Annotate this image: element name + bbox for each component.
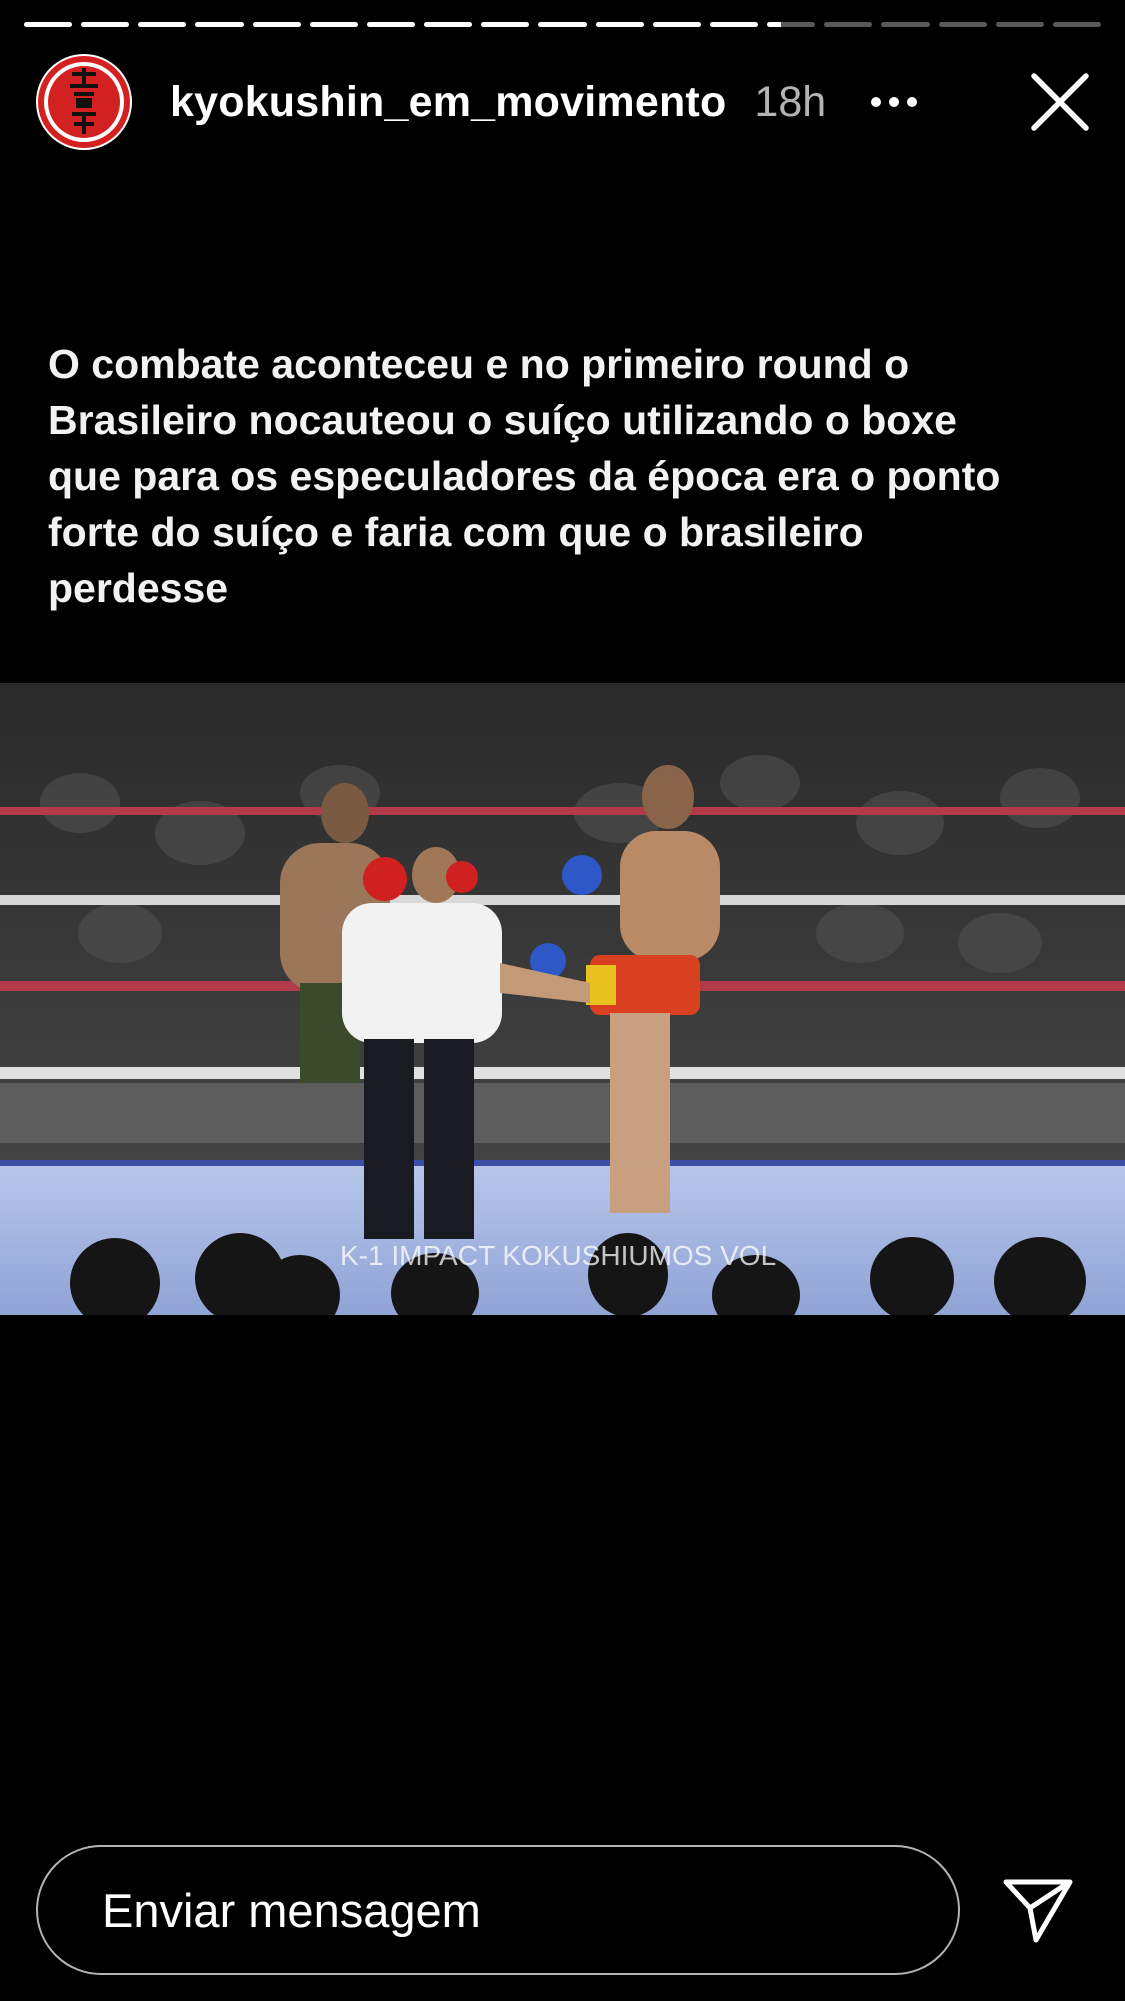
story-caption: O combate aconteceu e no primeiro round … <box>48 341 1001 611</box>
send-paper-plane-icon[interactable] <box>1002 1878 1074 1944</box>
story-video[interactable]: K-1 IMPACT KOKUSHIUMOS VOL <box>0 683 1125 1315</box>
story-progress-segment <box>995 22 1044 27</box>
story-header: kyokushin_em_movimento 18h <box>36 50 1095 154</box>
profile-avatar[interactable] <box>36 54 132 150</box>
story-progress-segment <box>81 22 130 27</box>
story-progress-segment <box>1052 22 1101 27</box>
story-progress-segment <box>24 22 73 27</box>
story-progress-segment <box>709 22 759 27</box>
story-progress-segment <box>881 22 930 27</box>
story-progress-segment <box>538 22 587 27</box>
message-input-container[interactable] <box>36 1845 960 1975</box>
fight-video-frame: K-1 IMPACT KOKUSHIUMOS VOL <box>0 683 1125 1315</box>
close-icon <box>1031 73 1089 131</box>
video-overlay-text: K-1 IMPACT KOKUSHIUMOS VOL <box>340 1240 776 1271</box>
story-progress-segment <box>652 22 701 27</box>
story-progress-segment <box>366 22 416 27</box>
story-progress-segment <box>824 22 873 27</box>
kyokushin-kanji-logo-icon <box>38 56 130 148</box>
story-progress-segment <box>767 22 816 27</box>
story-progress-segment <box>252 22 301 27</box>
story-progress-segment <box>138 22 187 27</box>
more-horizontal-icon <box>871 97 918 107</box>
story-progress-segment <box>938 22 987 27</box>
account-username[interactable]: kyokushin_em_movimento <box>170 78 726 127</box>
close-button[interactable] <box>1025 67 1095 137</box>
more-options-button[interactable] <box>864 72 924 132</box>
message-input[interactable] <box>100 1881 958 1939</box>
story-progress-bar <box>24 22 1101 28</box>
story-progress-segment <box>424 22 473 27</box>
story-progress-segment <box>309 22 358 27</box>
story-progress-segment <box>195 22 244 27</box>
story-progress-segment <box>481 22 530 27</box>
story-progress-segment <box>595 22 644 27</box>
post-time: 18h <box>754 77 827 126</box>
